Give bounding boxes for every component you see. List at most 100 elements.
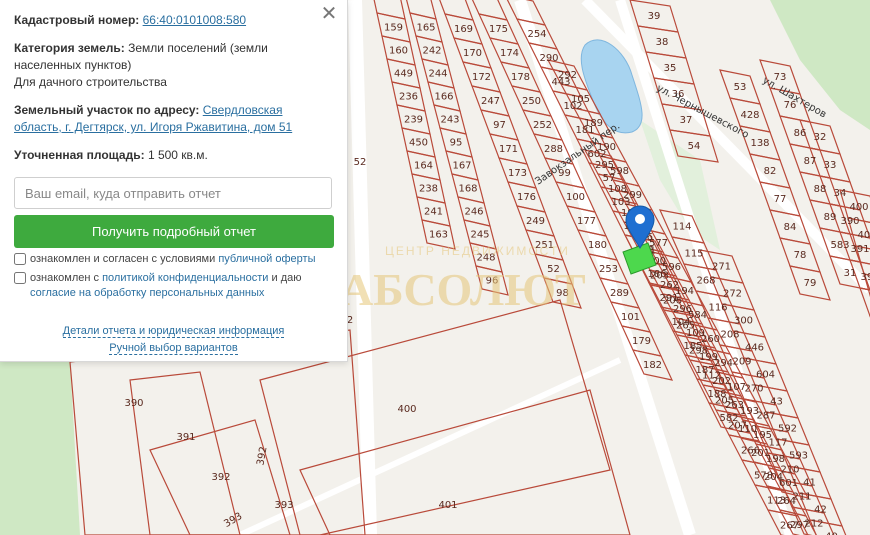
plot-label: 253 [599,264,618,275]
privacy-consent-checkbox[interactable] [14,272,26,284]
close-icon[interactable]: ✕ [319,4,339,24]
plot-label: 173 [508,168,527,179]
watermark-subtitle: ЦЕНТР НЕДВИЖИМОСТИ [385,244,570,258]
plot-label: 252 [533,120,552,131]
privacy-consent-mid: и даю [268,272,302,284]
offer-consent-checkbox[interactable] [14,253,26,265]
forest-area [0,360,80,535]
plot-label: 31 [844,268,857,279]
plot-label: 165 [416,23,435,34]
plot-label: 243 [440,115,459,126]
plot-label: 592 [778,424,797,435]
plot-label: 390 [840,216,859,227]
plot-label: 182 [643,360,662,371]
plot-label: 391 [850,244,869,255]
plot-label: 272 [723,289,742,300]
plot-label: 82 [764,166,777,177]
plot-label: 295 [595,160,614,171]
plot-label: 270 [744,384,763,395]
plot-label: 298 [689,346,708,357]
plot-label: 172 [472,72,491,83]
plot-label: 40 [825,532,838,535]
plot-label: 42 [814,505,827,516]
area-row: Уточненная площадь: 1 500 кв.м. [14,147,333,164]
plot-label: 271 [712,262,731,273]
plot-label: 169 [454,24,473,35]
plot-label: 34 [834,188,847,199]
plot-label: 210 [780,465,799,476]
plot-label: 189 [584,118,603,129]
plot-label: 170 [463,48,482,59]
plot-label: 54 [688,141,701,152]
privacy-policy-link[interactable]: политикой конфиденциальности [102,272,268,284]
report-details-link[interactable]: Детали отчета и юридическая информация [62,325,285,338]
plot-label: 178 [511,72,530,83]
plot-label: 450 [409,138,428,149]
area-value: 1 500 кв.м. [147,148,208,162]
plot-label: 79 [804,278,817,289]
email-input[interactable] [14,177,332,209]
watermark-title: АБСОЛЮТ [340,264,586,315]
plot-label: 390 [124,398,143,409]
parcel-info-panel: ✕ Кадастровый номер: 66:40:0101008:580 К… [0,0,348,362]
category-label: Категория земель: [14,41,125,55]
plot-label: 400 [849,202,868,213]
plot-label: 205 [715,396,734,407]
plot-label: 108 [608,184,627,195]
plot-label: 180 [588,240,607,251]
plot-label: 95 [450,138,463,149]
plot-label: 159 [384,23,403,34]
category-purpose: Для дачного строительства [14,75,167,89]
plot-label: 32 [814,132,827,143]
plot-label: 39 [648,11,661,22]
plot-label: 268 [696,276,715,287]
plot-label: 292 [558,70,577,81]
plot-label: 176 [517,192,536,203]
plot-label: 245 [470,230,489,241]
plot-label: 604 [756,370,775,381]
plot-label: 160 [389,46,408,57]
plot-label: 593 [789,451,808,462]
get-report-button[interactable]: Получить подробный отчет [14,215,334,248]
plot-label: 101 [621,312,640,323]
plot-label: 250 [522,96,541,107]
personal-data-consent-link[interactable]: согласие на обработку персональных данны… [30,287,264,299]
plot-label: 33 [824,160,837,171]
plot-label: 97 [493,120,506,131]
plot-label: 400 [397,404,416,415]
plot-label: 112 [702,371,721,382]
plot-label: 392 [860,272,870,283]
plot-label: 428 [740,110,759,121]
plot-label: 100 [566,192,585,203]
offer-consent-row: ознакомлен и согласен с условиями публич… [14,252,333,267]
plot-label: 38 [656,37,669,48]
plot-label: 262 [660,280,679,291]
plot-label: 391 [176,432,195,443]
plot-label: 393 [274,500,293,511]
plot-label: 164 [414,161,433,172]
plot-label: 115 [684,249,703,260]
plot-label: 117 [768,438,787,449]
plot-label: 246 [464,207,483,218]
plot-label: 241 [424,207,443,218]
plot-label: 175 [489,24,508,35]
plot-label: 35 [664,63,677,74]
plot-label: 288 [544,144,563,155]
plot-label: 446 [745,343,764,354]
address-label: Земельный участок по адресу: [14,103,200,117]
privacy-consent-row: ознакомлен с политикой конфиденциальност… [14,271,333,301]
plot-label: 239 [404,115,423,126]
plot-label: 52 [354,157,367,168]
plot-label: 174 [500,48,519,59]
public-offer-link[interactable]: публичной оферты [218,253,315,265]
plot-label: 53 [734,82,747,93]
plot-label: 37 [680,115,693,126]
plot-label: 266 [741,446,760,457]
plot-label: 203 [650,271,669,282]
plot-label: 289 [610,288,629,299]
plot-label: 583 [830,240,849,251]
cadastral-number-link[interactable]: 66:40:0101008:580 [143,13,246,27]
plot-label: 167 [452,161,471,172]
plot-label: 89 [824,212,837,223]
manual-selection-link[interactable]: Ручной выбор вариантов [109,342,238,355]
